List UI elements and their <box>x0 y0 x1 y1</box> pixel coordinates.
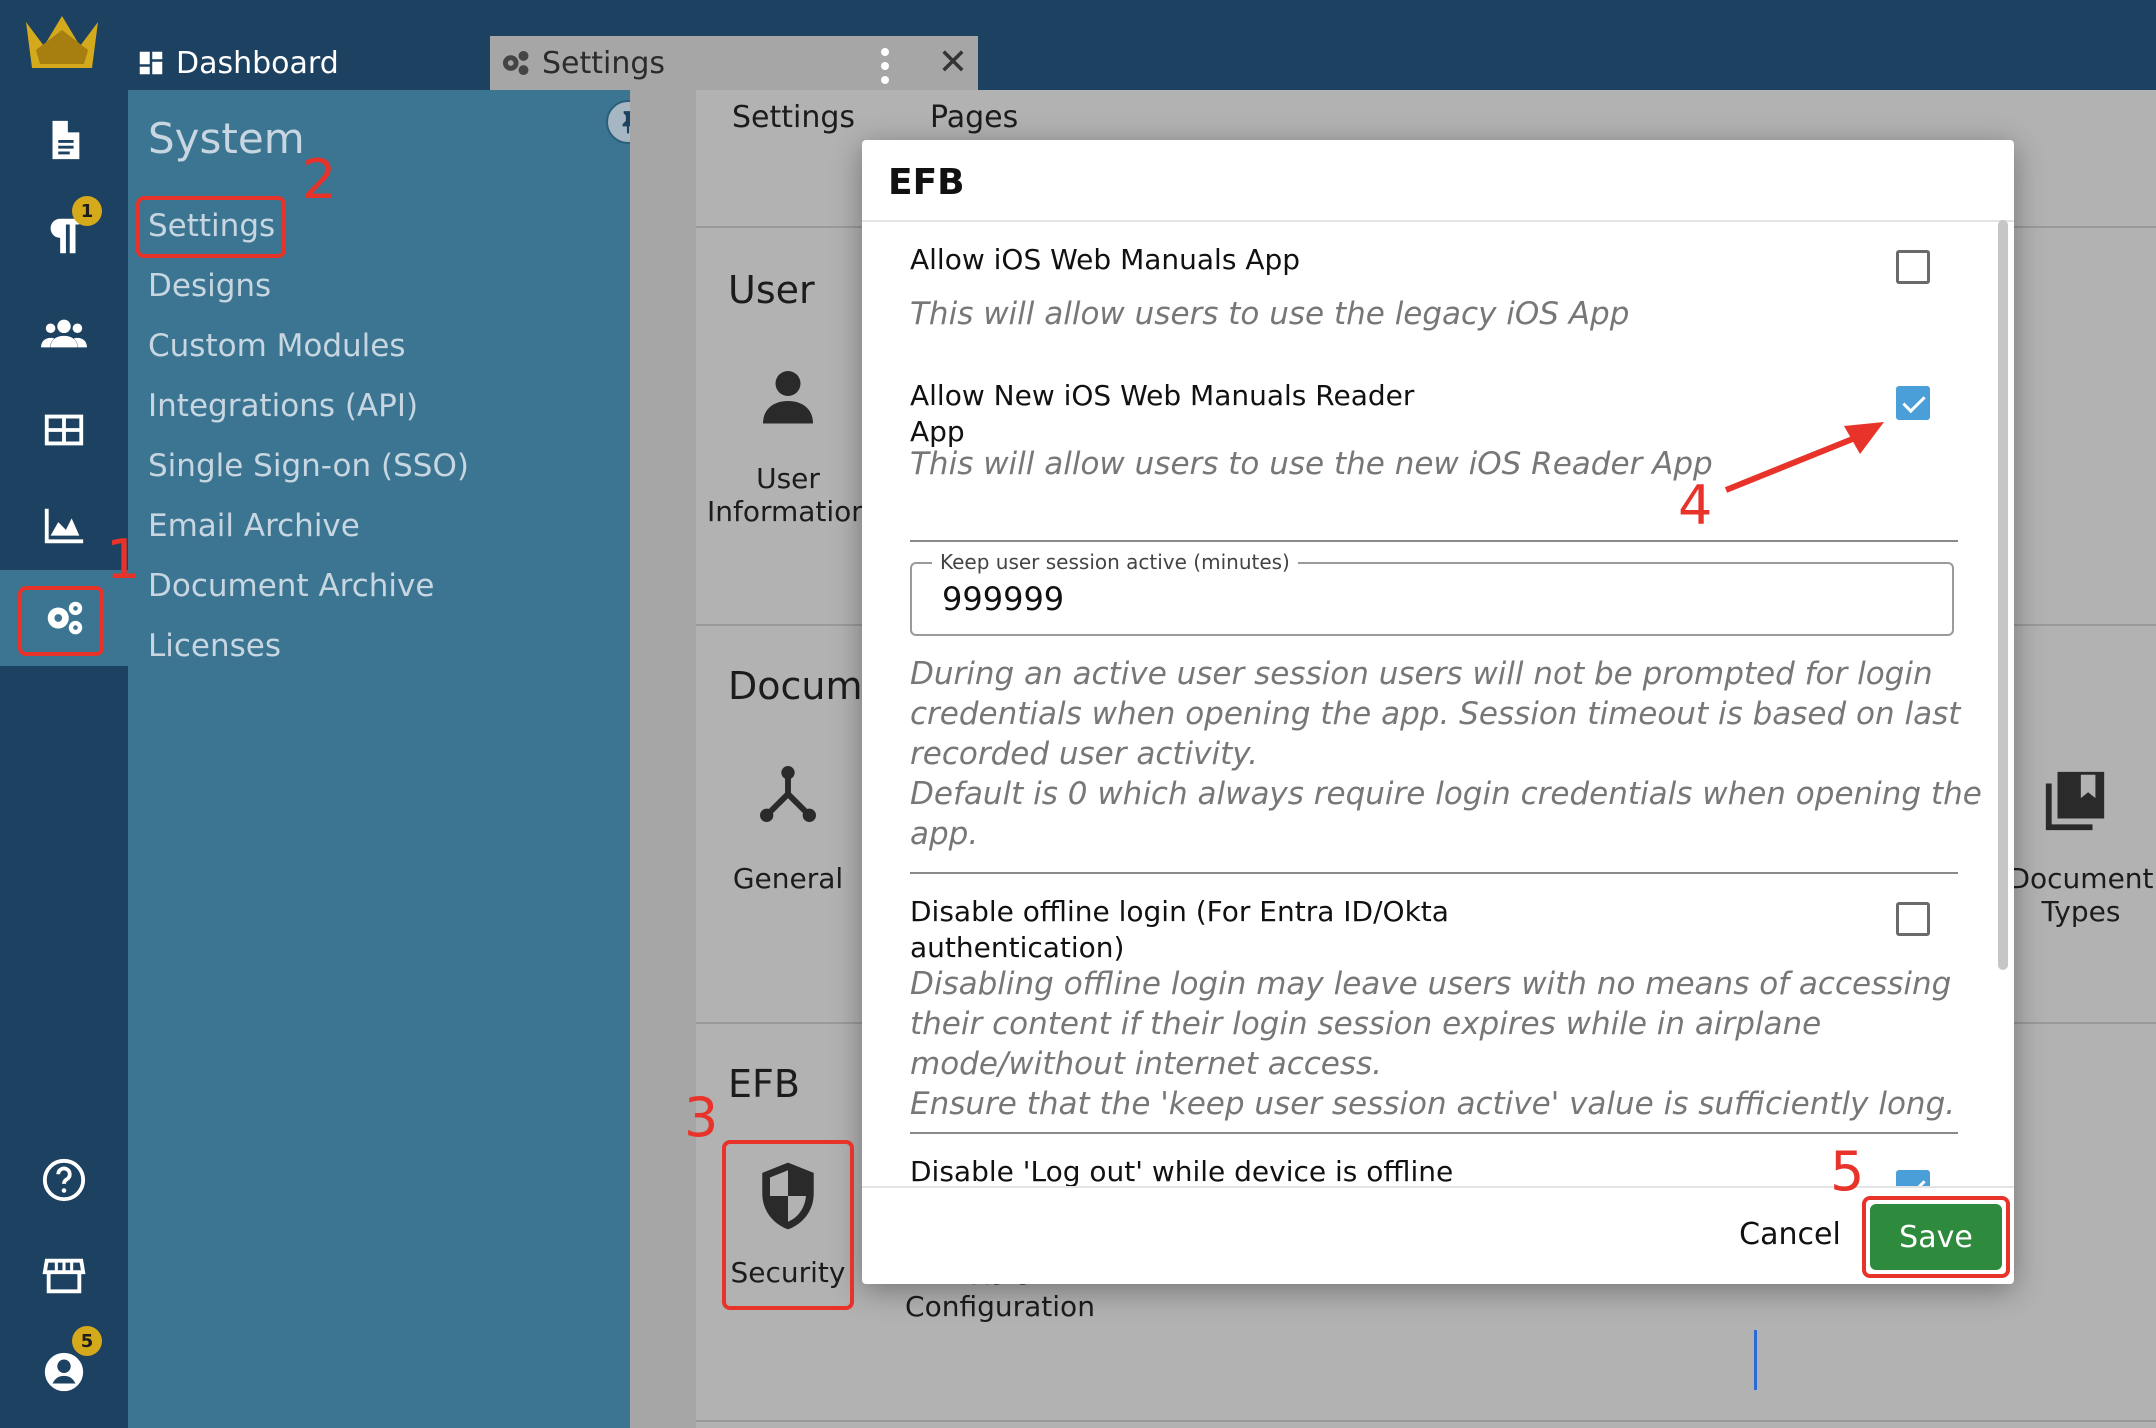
offline-help-line3: mode/without internet access. <box>910 1046 1383 1082</box>
session-help-line2: credentials when opening the app. Sessio… <box>910 696 1961 732</box>
tab-bar: Dashboard Settings ✕ <box>128 0 2156 90</box>
left-rail: 1 5 <box>0 0 128 1428</box>
tab-main-pages[interactable]: Pages <box>930 100 1018 135</box>
close-icon[interactable]: ✕ <box>938 42 968 83</box>
tab-dashboard-label: Dashboard <box>176 45 339 81</box>
annotation-number-2: 2 <box>302 148 337 211</box>
document-icon[interactable] <box>0 100 128 180</box>
crown-logo-icon <box>22 12 102 78</box>
document-types-line2: Types <box>2041 895 2121 928</box>
annotation-box-1 <box>18 586 104 656</box>
offline-help-line2: their content if their login session exp… <box>910 1006 1822 1042</box>
document-types-card[interactable]: Document Types <box>2006 862 2156 928</box>
tab-main-settings[interactable]: Settings <box>732 100 855 135</box>
account-badge: 5 <box>72 1326 102 1356</box>
user-information-line1: User <box>756 462 820 495</box>
annotation-number-4: 4 <box>1678 474 1713 537</box>
paragraph-badge: 1 <box>72 196 102 226</box>
dialog-scrollbar[interactable] <box>1998 220 2008 970</box>
table-icon[interactable] <box>0 390 128 470</box>
allow-ios-label: Allow iOS Web Manuals App <box>910 243 1301 276</box>
logout-checkbox[interactable] <box>1896 1170 1930 1186</box>
user-information-card[interactable]: User Information <box>696 462 880 528</box>
nav-item-sso[interactable]: Single Sign-on (SSO) <box>148 448 469 484</box>
dialog-divider <box>910 540 1958 542</box>
session-help-line4: Default is 0 which always require login … <box>910 776 1982 812</box>
session-help-line1: During an active user session users will… <box>910 656 1933 692</box>
session-help-line3: recorded user activity. <box>910 736 1259 772</box>
offline-label-line1: Disable offline login (For Entra ID/Okta <box>910 895 1449 928</box>
session-field[interactable]: Keep user session active (minutes) 99999… <box>910 550 1954 636</box>
section-user-title: User <box>728 268 815 312</box>
dashboard-icon <box>139 51 163 75</box>
efb-dialog: EFB Allow iOS Web Manuals App This will … <box>862 140 2014 1284</box>
annotation-number-1: 1 <box>106 528 141 591</box>
annotation-arrow-4 <box>1718 414 1888 498</box>
session-help-line5: app. <box>910 816 979 852</box>
nav-item-licenses[interactable]: Licenses <box>148 628 281 664</box>
user-information-line2: Information <box>706 495 870 528</box>
role-configuration-line2: Configuration <box>905 1290 1095 1323</box>
offline-checkbox[interactable] <box>1896 902 1930 936</box>
logout-label: Disable 'Log out' while device is offlin… <box>910 1155 1454 1186</box>
nav-item-integrations[interactable]: Integrations (API) <box>148 388 418 424</box>
document-types-icon <box>2040 766 2110 836</box>
divider <box>696 1420 2156 1422</box>
section-efb-title: EFB <box>728 1062 800 1106</box>
allow-new-help: This will allow users to use the new iOS… <box>910 446 1713 482</box>
dialog-title: EFB <box>888 162 965 203</box>
help-icon[interactable] <box>0 1140 128 1220</box>
allow-new-label-line1: Allow New iOS Web Manuals Reader <box>910 379 1415 412</box>
nav-heading: System <box>148 114 305 163</box>
more-vertical-icon[interactable] <box>878 46 892 86</box>
annotation-box-2 <box>136 196 286 258</box>
session-field-value: 999999 <box>942 580 1065 618</box>
general-share-icon <box>756 762 820 826</box>
tab-settings-label: Settings <box>542 45 666 81</box>
allow-new-checkbox[interactable] <box>1896 386 1930 420</box>
nav-item-document-archive[interactable]: Document Archive <box>148 568 434 604</box>
annotation-box-5 <box>1862 1196 2010 1278</box>
dialog-body[interactable]: Allow iOS Web Manuals App This will allo… <box>862 222 2014 1128</box>
general-card[interactable]: General <box>696 862 880 895</box>
tab-dashboard[interactable]: Dashboard <box>136 36 486 90</box>
account-icon[interactable] <box>0 1332 128 1412</box>
store-icon[interactable] <box>0 1236 128 1316</box>
text-cursor <box>1754 1330 1757 1390</box>
offline-help-line1: Disabling offline login may leave users … <box>910 966 1952 1002</box>
allow-ios-help: This will allow users to use the legacy … <box>910 296 1630 332</box>
dialog-divider <box>910 872 1958 874</box>
annotation-number-5: 5 <box>1830 1140 1865 1203</box>
nav-panel: System Settings Designs Custom Modules I… <box>128 90 650 1428</box>
tab-settings[interactable]: Settings ✕ <box>490 36 978 90</box>
dialog-divider <box>910 1132 1958 1134</box>
annotation-number-3: 3 <box>684 1086 719 1149</box>
nav-item-designs[interactable]: Designs <box>148 268 271 304</box>
offline-label-line2: authentication) <box>910 931 1125 964</box>
cancel-button[interactable]: Cancel <box>1700 1202 1880 1266</box>
annotation-box-3 <box>722 1140 854 1310</box>
nav-item-custom-modules[interactable]: Custom Modules <box>148 328 406 364</box>
users-icon[interactable] <box>0 294 128 374</box>
allow-ios-checkbox[interactable] <box>1896 250 1930 284</box>
session-field-label: Keep user session active (minutes) <box>932 550 1298 574</box>
user-icon <box>758 366 818 426</box>
nav-item-email-archive[interactable]: Email Archive <box>148 508 360 544</box>
document-types-line1: Document <box>2008 862 2154 895</box>
cogs-icon <box>502 50 529 76</box>
offline-help-line4: Ensure that the 'keep user session activ… <box>910 1086 1956 1122</box>
paragraph-icon[interactable] <box>0 196 128 276</box>
